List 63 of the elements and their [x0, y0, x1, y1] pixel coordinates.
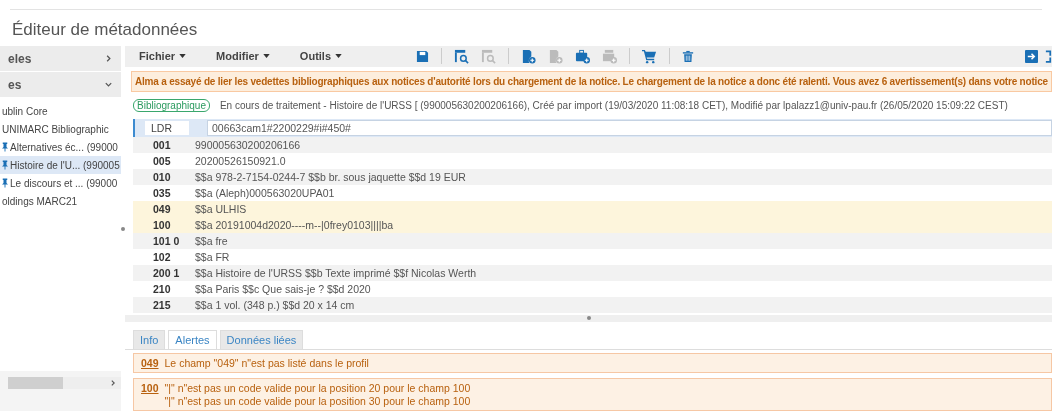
- field-value: $$a 20191004d2020----m--|0frey0103||||ba: [195, 218, 394, 231]
- tree-item[interactable]: oldings MARC21: [0, 192, 121, 210]
- menu-button[interactable]: Outils: [291, 50, 351, 63]
- field-value: 990005630200206166: [195, 138, 301, 151]
- record-info: En cours de traitement - Histoire de l'URSS [ (990005630200206166), Créé par import (19/03/2020 11:08:18 CET), Modifié par lpalazz1@univ-pau.fr (26/05/2020 15:09:22 CEST): [219, 99, 1008, 111]
- field-value: $$a 978-2-7154-0244-7 $$b br. sous jaquette $$d 19 EUR: [195, 170, 466, 183]
- field-tag: 005: [133, 154, 195, 167]
- alert-message: "|" n"est pas un code valide pour la position 30 pour le champ 100: [164, 395, 471, 407]
- field-value: $$a Paris $$c Que sais-je ? $$d 2020: [195, 282, 371, 295]
- splitter-handle[interactable]: [121, 226, 125, 231]
- field-tag: 010: [133, 170, 195, 183]
- document-add-icon[interactable]: [521, 48, 537, 64]
- field-tag: 049: [133, 202, 195, 215]
- alert-message: Le champ "049" n"est pas listé dans le profil: [164, 357, 369, 369]
- expand-icon[interactable]: [1045, 49, 1052, 63]
- field-input[interactable]: 00663cam1#2200229#i#450#: [207, 119, 1052, 136]
- field-tag: 035: [133, 186, 195, 199]
- field-tag: 100: [133, 218, 195, 231]
- splitter-handle[interactable]: [586, 316, 591, 321]
- scrollbar[interactable]: [8, 377, 121, 389]
- record-type-badge: Bibliographique: [133, 98, 210, 112]
- chevron-icon: [109, 379, 117, 387]
- field-tag: 200 1: [133, 266, 195, 279]
- alert-message: "|" n"est pas un code valide pour la position 20 pour le champ 100: [164, 382, 471, 394]
- field-value: $$a (Aleph)000563020UPA01: [195, 186, 335, 199]
- field-link[interactable]: 100: [141, 382, 159, 407]
- cart-icon[interactable]: [642, 48, 658, 64]
- chevron-icon: [104, 80, 113, 89]
- field-tag: 101 0: [133, 234, 195, 247]
- caret-icon: [179, 54, 187, 59]
- field-value: $$a FR: [195, 250, 230, 263]
- save-icon[interactable]: [416, 49, 430, 63]
- warning-banner: Alma a essayé de lier les vedettes bibliographiques aux notices d'autorité lors du chargement de la notice. Le chargement de la notice a donc été ralenti. Vous avez 6 avertissement(s) dans votre notice: [131, 70, 1052, 92]
- page-title: Éditeur de métadonnées: [11, 19, 199, 40]
- tab[interactable]: Alertes: [168, 330, 217, 349]
- menu-button[interactable]: Modifier: [208, 50, 278, 63]
- sidebar-section[interactable]: es: [0, 72, 121, 98]
- field-tag: 001: [133, 138, 195, 151]
- field-value: $$a 1 vol. (348 p.) $$d 20 x 14 cm: [195, 298, 355, 311]
- tree-item[interactable]: Alternatives éc... (99000: [0, 138, 121, 156]
- field-tag: 210: [133, 282, 195, 295]
- field-tag: LDR: [145, 120, 189, 135]
- tree-item[interactable]: Le discours et ... (99000: [0, 174, 121, 192]
- field-row[interactable]: LDR 00663cam1#2200229#i#450#: [133, 118, 1052, 137]
- field-tag: 215: [133, 298, 195, 311]
- tree-item[interactable]: Histoire de l'U... (990005: [0, 156, 121, 174]
- tree-item[interactable]: UNIMARC Bibliographic: [0, 120, 121, 138]
- field-tag: 102: [133, 250, 195, 263]
- trash-icon[interactable]: [682, 49, 695, 63]
- record-search-icon[interactable]: [454, 48, 470, 64]
- tree-item[interactable]: ublin Core: [0, 102, 121, 120]
- caret-icon: [335, 54, 343, 59]
- caret-icon: [262, 54, 270, 59]
- export-icon[interactable]: [1025, 49, 1038, 63]
- briefcase-add-icon[interactable]: [575, 48, 591, 64]
- menu-button[interactable]: Fichier: [131, 50, 195, 63]
- field-value: 20200526150921.0: [195, 154, 286, 167]
- field-value: $$a Histoire de l'URSS $$b Texte imprimé $$f Nicolas Werth: [195, 266, 477, 279]
- sidebar-section[interactable]: eles: [0, 46, 121, 72]
- field-value: $$a fre: [195, 234, 228, 247]
- chevron-icon: [104, 54, 113, 63]
- field-value: $$a ULHIS: [195, 202, 247, 215]
- field-link[interactable]: 049: [141, 357, 159, 369]
